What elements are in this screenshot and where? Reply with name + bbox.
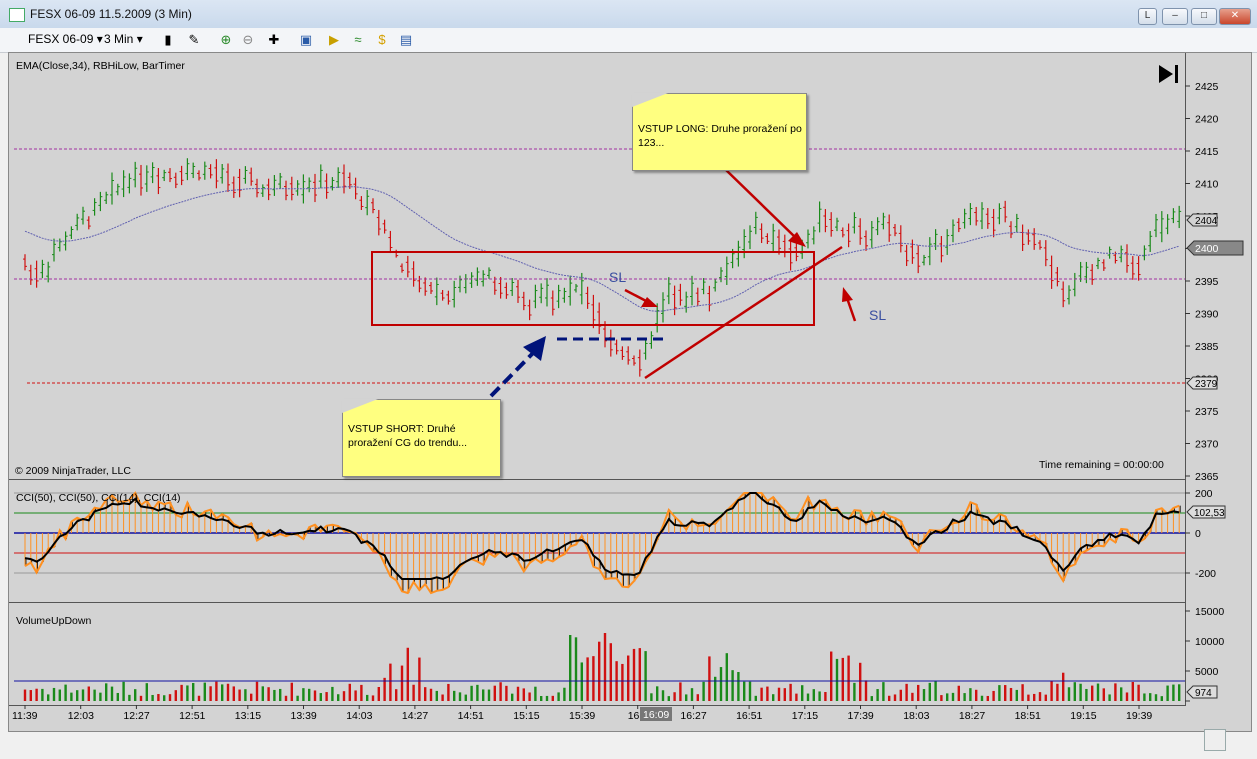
time-tick-label: 13:15	[235, 710, 261, 722]
draw-tool-icon[interactable]: ✎	[186, 32, 202, 48]
indicators-icon[interactable]: ≈	[350, 32, 366, 48]
time-tick-label: 17:39	[848, 710, 874, 722]
chart-canvas[interactable]: SL SL EMA(Close,34), RBHiLow, BarTimer ©…	[9, 53, 1251, 731]
time-remaining-label: Time remaining = 00:00:00	[1039, 459, 1164, 471]
note-fold	[632, 93, 668, 107]
ema-price-value: 2404	[1195, 216, 1218, 227]
low-price-marker: 2379	[1186, 376, 1218, 390]
long-entry-text: VSTUP LONG: Druhe proražení po 123...	[638, 123, 802, 149]
volume-tick-label: 10000	[1195, 636, 1224, 648]
volume-tick-label: 15000	[1195, 606, 1224, 618]
cci-label: CCI(50), CCI(50), CCI(14), CCI(14)	[16, 492, 181, 504]
price-tick-label: 2375	[1195, 406, 1219, 418]
chevron-down-icon: ▾	[136, 32, 143, 46]
zoom-out-icon[interactable]: ⊖	[240, 32, 256, 48]
price-tick-label: 2370	[1195, 439, 1219, 451]
time-tick-label: 18:51	[1015, 710, 1041, 722]
time-cursor-marker: 16:09	[640, 707, 672, 721]
volume-value: 974	[1195, 688, 1212, 699]
instrument-selector[interactable]: FESX 06-09 ▾	[28, 32, 103, 46]
close-button[interactable]: ✕	[1219, 8, 1251, 25]
time-tick-label: 12:27	[123, 710, 149, 722]
note-fold	[342, 399, 378, 413]
sl-label: SL	[609, 269, 626, 285]
time-tick-label: 18:03	[903, 710, 929, 722]
time-tick-label: 17:15	[792, 710, 818, 722]
interval-selector[interactable]: 3 Min ▾	[104, 32, 143, 46]
price-tick-label: 2395	[1195, 276, 1219, 288]
time-tick-label: 14:51	[458, 710, 484, 722]
data-box-icon[interactable]: ▤	[398, 32, 414, 48]
bar-type-icon[interactable]: ▮	[160, 32, 176, 48]
last-price-value: 2400	[1195, 243, 1219, 255]
maximize-button[interactable]: □	[1191, 8, 1217, 25]
short-entry-note[interactable]: VSTUP SHORT: Druhé proražení CG do trend…	[342, 399, 501, 477]
title-bar: FESX 06-09 11.5.2009 (3 Min) L – □ ✕	[0, 0, 1257, 29]
time-tick-label: 12:51	[179, 710, 205, 722]
low-price-value: 2379	[1195, 379, 1218, 390]
window-title: FESX 06-09 11.5.2009 (3 Min)	[30, 7, 192, 21]
cci-value-marker: 102,53	[1186, 505, 1226, 519]
short-entry-text: VSTUP SHORT: Druhé proražení CG do trend…	[348, 423, 468, 449]
interval-label: 3 Min	[104, 32, 134, 46]
horizontal-scrollbar-thumb[interactable]	[1204, 729, 1226, 751]
price-tick-label: 2415	[1195, 146, 1219, 158]
time-tick-label: 15:15	[513, 710, 539, 722]
time-tick-label: 19:39	[1126, 710, 1152, 722]
instrument-label: FESX 06-09	[28, 32, 94, 46]
price-tick-label: 2385	[1195, 341, 1219, 353]
time-tick-label: 15:39	[569, 710, 595, 722]
time-tick-label: 11:39	[12, 710, 38, 722]
cci-value: 102,53	[1194, 508, 1225, 519]
lock-button[interactable]: L	[1138, 8, 1157, 25]
volume-label: VolumeUpDown	[16, 615, 91, 627]
time-tick-label: 18:27	[959, 710, 985, 722]
chart-toolbar: FESX 06-09 ▾ 3 Min ▾ ▮ ✎ ⊕ ⊖ ✚ ▣ ▶ ≈ $ ▤	[0, 28, 1257, 53]
price-tick-label: 2420	[1195, 114, 1219, 126]
crosshair-icon[interactable]: ✚	[266, 32, 282, 48]
cci-tick-label: 0	[1195, 528, 1201, 540]
time-tick-label: 12:03	[68, 710, 94, 722]
chart-app-icon	[9, 8, 25, 22]
price-panel	[9, 53, 1185, 479]
price-tick-label: 2365	[1195, 471, 1219, 483]
copyright-label: © 2009 NinjaTrader, LLC	[15, 465, 131, 477]
strategy-icon[interactable]: ▶	[326, 32, 342, 48]
cci-tick-label: -200	[1195, 568, 1216, 580]
cci-tick-label: 200	[1195, 488, 1213, 500]
last-price-marker: 2400	[1186, 240, 1244, 256]
price-tick-label: 2410	[1195, 179, 1219, 191]
cci-panel	[9, 480, 1185, 602]
time-tick-label: 14:03	[346, 710, 372, 722]
volume-value-marker: 974	[1186, 685, 1218, 699]
time-tick-label: 14:27	[402, 710, 428, 722]
time-tick-label: 16:51	[736, 710, 762, 722]
long-entry-note[interactable]: VSTUP LONG: Druhe proražení po 123...	[632, 93, 807, 171]
time-tick-label: 16:27	[680, 710, 706, 722]
currency-icon[interactable]: $	[374, 32, 390, 48]
chart-area[interactable]: SL SL EMA(Close,34), RBHiLow, BarTimer ©…	[8, 52, 1252, 732]
sl-label: SL	[869, 307, 886, 323]
properties-icon[interactable]: ▣	[298, 32, 314, 48]
zoom-in-icon[interactable]: ⊕	[218, 32, 234, 48]
time-tick-label: 13:39	[291, 710, 317, 722]
price-tick-label: 2390	[1195, 309, 1219, 321]
volume-tick-label: 5000	[1195, 666, 1219, 678]
volume-panel	[9, 603, 1185, 705]
chevron-down-icon: ▾	[96, 32, 103, 46]
price-tick-label: 2425	[1195, 81, 1219, 93]
indicator-label: EMA(Close,34), RBHiLow, BarTimer	[16, 60, 185, 72]
time-cursor-value: 16:09	[643, 709, 669, 721]
ema-price-marker: 2404	[1186, 213, 1218, 227]
time-tick-label: 19:15	[1070, 710, 1096, 722]
minimize-button[interactable]: –	[1162, 8, 1188, 25]
